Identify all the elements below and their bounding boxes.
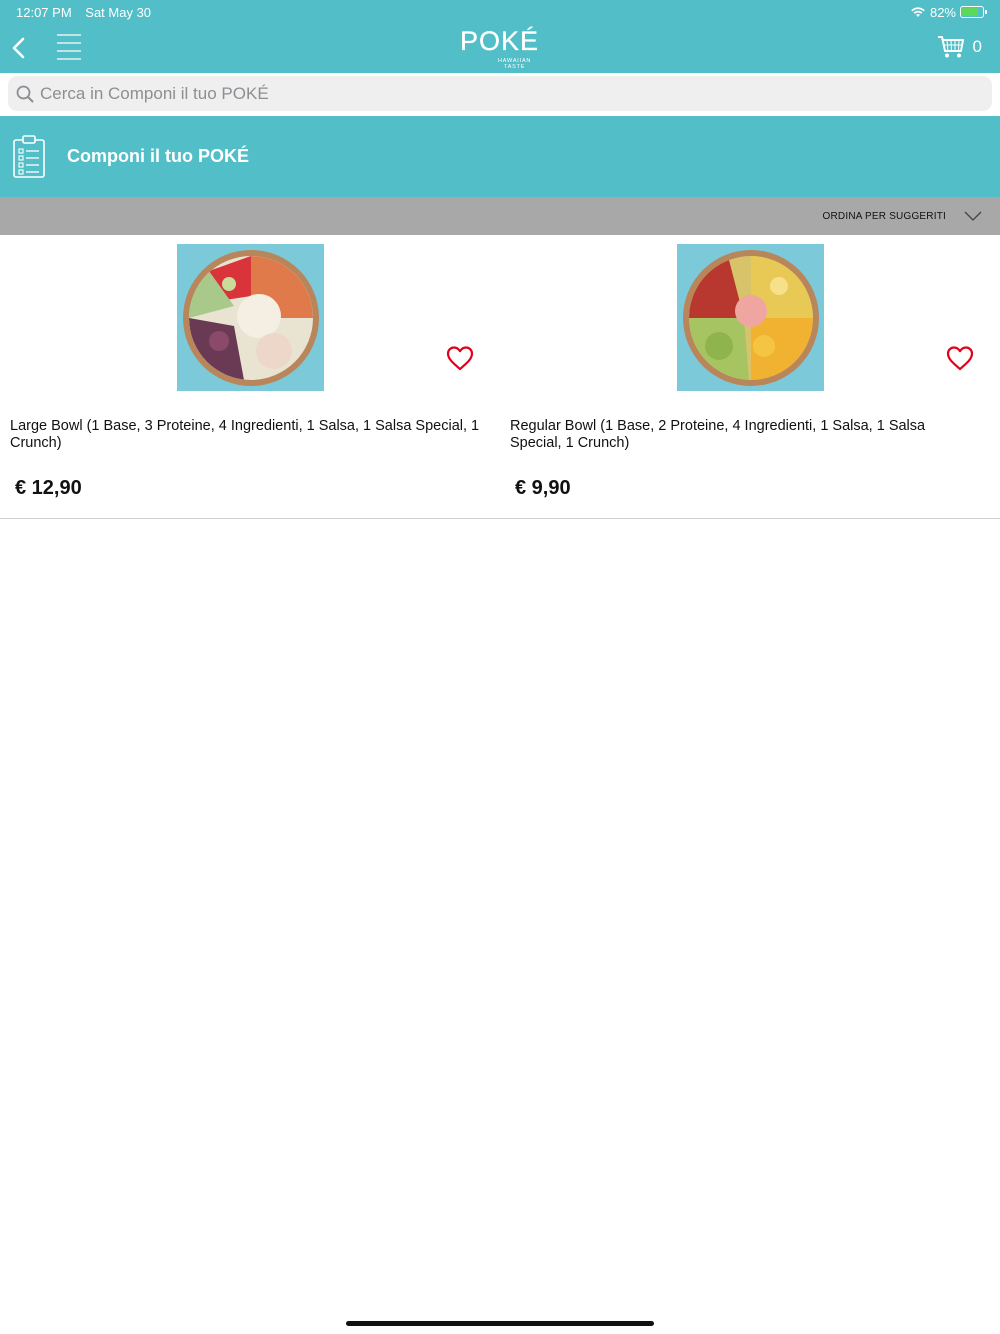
search-bar-container bbox=[0, 73, 1000, 116]
brand-tagline-2: TASTE bbox=[503, 64, 526, 70]
battery-fill bbox=[962, 8, 979, 16]
battery-percent: 82% bbox=[929, 4, 956, 20]
heart-icon bbox=[946, 346, 974, 371]
hamburger-menu-icon bbox=[57, 34, 81, 60]
sort-button[interactable]: ORDINA PER SUGGERITI bbox=[823, 197, 982, 235]
sort-bar: ORDINA PER SUGGERITI bbox=[0, 197, 1000, 235]
clipboard-checklist-icon bbox=[13, 134, 45, 178]
product-price: € 9,90 bbox=[515, 477, 571, 499]
navigation-bar: POKÉ HAWAIIAN TASTE 0 bbox=[0, 24, 1000, 72]
back-button[interactable] bbox=[10, 34, 30, 62]
status-left: 12:07 PM Sat May 30 bbox=[16, 5, 161, 20]
bowl-contents bbox=[688, 255, 813, 380]
cart-icon bbox=[937, 36, 964, 58]
brand-tagline: HAWAIIAN TASTE bbox=[498, 58, 531, 70]
status-date: Sat May 30 bbox=[85, 4, 152, 20]
search-bar[interactable] bbox=[8, 76, 992, 111]
bowl-contents bbox=[188, 255, 313, 380]
product-name: Regular Bowl (1 Base, 2 Proteine, 4 Ingr… bbox=[510, 418, 926, 451]
status-time: 12:07 PM bbox=[16, 4, 72, 20]
bowl-photo bbox=[682, 249, 819, 386]
product-image[interactable] bbox=[677, 244, 824, 391]
search-input[interactable] bbox=[40, 83, 940, 104]
heart-icon bbox=[446, 346, 474, 371]
product-name: Large Bowl (1 Base, 3 Proteine, 4 Ingred… bbox=[10, 418, 480, 451]
category-header: Componi il tuo POKÉ bbox=[0, 116, 1000, 197]
chevron-left-icon bbox=[12, 37, 25, 59]
product-grid: Large Bowl (1 Base, 3 Proteine, 4 Ingred… bbox=[0, 235, 1000, 519]
wifi-icon bbox=[911, 7, 925, 17]
product-price: € 12,90 bbox=[15, 477, 82, 499]
home-indicator[interactable] bbox=[346, 1321, 654, 1326]
product-card[interactable]: Large Bowl (1 Base, 3 Proteine, 4 Ingred… bbox=[0, 235, 500, 519]
bowl-photo bbox=[182, 249, 319, 386]
cart-button[interactable]: 0 bbox=[937, 34, 982, 60]
product-image[interactable] bbox=[177, 244, 324, 391]
menu-button[interactable] bbox=[56, 32, 82, 62]
favorite-button[interactable] bbox=[946, 345, 974, 371]
chevron-down-icon bbox=[964, 211, 982, 221]
search-icon bbox=[16, 85, 34, 102]
brand-name: POKÉ bbox=[460, 26, 540, 56]
brand-logo: POKÉ HAWAIIAN TASTE bbox=[460, 26, 542, 72]
top-bar: 12:07 PM Sat May 30 82% POKÉ HAWAIIAN TA… bbox=[0, 0, 1000, 73]
sort-label: ORDINA PER SUGGERITI bbox=[822, 210, 946, 222]
status-right: 82% bbox=[910, 4, 987, 20]
category-title: Componi il tuo POKÉ bbox=[67, 146, 249, 166]
product-card[interactable]: Regular Bowl (1 Base, 2 Proteine, 4 Ingr… bbox=[500, 235, 1000, 519]
cart-count: 0 bbox=[972, 37, 982, 56]
favorite-button[interactable] bbox=[446, 345, 474, 371]
status-bar: 12:07 PM Sat May 30 82% bbox=[16, 4, 987, 20]
battery-icon bbox=[960, 6, 987, 18]
